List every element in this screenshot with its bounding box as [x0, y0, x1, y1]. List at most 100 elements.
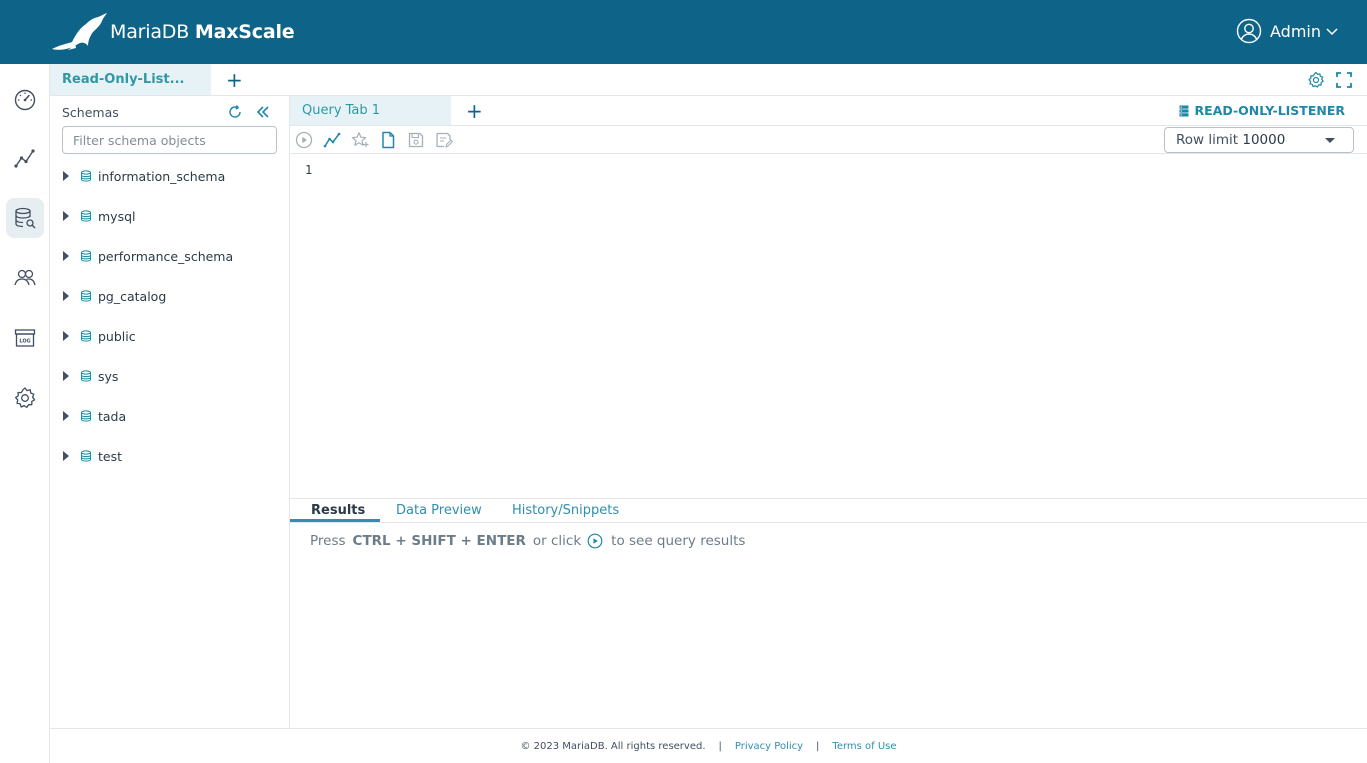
schema-item[interactable]: pg_catalog — [62, 285, 166, 307]
schema-item[interactable]: mysql — [62, 205, 136, 227]
dropdown-arrow-icon — [1325, 138, 1335, 143]
preferences-gear-icon[interactable] — [1307, 71, 1325, 89]
expand-caret-icon[interactable] — [63, 171, 69, 181]
nav-users[interactable] — [6, 258, 44, 298]
schema-item[interactable]: sys — [62, 365, 118, 387]
schema-name: sys — [98, 368, 119, 384]
brand-name-mariadb: MariaDB — [110, 21, 190, 43]
schema-name: pg_catalog — [98, 288, 167, 304]
expand-caret-icon[interactable] — [63, 451, 69, 461]
worksheet-tab[interactable]: Read-Only-List... — [50, 64, 211, 95]
visualization-icon — [14, 149, 35, 168]
schema-name: performance_schema — [98, 248, 234, 264]
sidebar-title: Schemas — [62, 105, 119, 120]
collapse-sidebar-icon[interactable] — [255, 104, 271, 120]
schema-item[interactable]: tada — [62, 405, 126, 427]
fullscreen-icon[interactable] — [1335, 71, 1353, 89]
add-worksheet-button[interactable]: + — [226, 70, 243, 90]
user-name: Admin — [1270, 21, 1321, 41]
tab-results[interactable]: Results — [311, 503, 365, 518]
terms-of-use-link[interactable]: Terms of Use — [832, 741, 896, 752]
save-file-button[interactable] — [407, 131, 425, 149]
line-chart-icon — [323, 132, 341, 148]
hint-or-click: or click — [532, 533, 582, 549]
nav-dashboard[interactable] — [6, 79, 44, 119]
schema-filter-input[interactable] — [62, 126, 277, 154]
play-circle-icon[interactable] — [587, 533, 603, 549]
play-circle-icon — [295, 131, 313, 149]
results-tab-bar: Results Data Preview History/Snippets — [290, 499, 1367, 523]
schema-name: information_schema — [98, 168, 226, 184]
brand-name: MariaDB MaxScale — [110, 21, 295, 43]
expand-caret-icon[interactable] — [63, 291, 69, 301]
run-query-button[interactable] — [295, 131, 313, 149]
active-tab-indicator — [290, 519, 380, 522]
privacy-policy-link[interactable]: Privacy Policy — [735, 741, 803, 752]
database-icon — [81, 210, 91, 222]
database-icon — [81, 330, 91, 342]
expand-caret-icon[interactable] — [63, 211, 69, 221]
nav-visualization[interactable] — [6, 138, 44, 178]
query-editor-icon — [15, 207, 36, 229]
logs-archive-icon: LOG — [14, 329, 36, 347]
visualize-button[interactable] — [323, 131, 341, 149]
copyright-text: © 2023 MariaDB. All rights reserved. — [520, 740, 706, 752]
results-hint: Press CTRL + SHIFT + ENTER or click to s… — [310, 533, 745, 549]
chevron-down-icon — [1326, 28, 1338, 36]
tab-history-snippets[interactable]: History/Snippets — [512, 503, 619, 518]
open-file-button[interactable] — [379, 131, 397, 149]
nav-rail: LOG — [0, 64, 50, 763]
user-menu[interactable]: Admin — [1236, 18, 1339, 44]
schema-sidebar: Schemas information_schema mysql perform… — [50, 96, 290, 728]
schema-name: mysql — [98, 208, 136, 224]
star-icon — [351, 132, 369, 147]
nav-settings[interactable] — [6, 378, 44, 418]
nav-logs-archive[interactable]: LOG — [6, 318, 44, 358]
listener-selector[interactable]: READ-ONLY-LISTENER — [1178, 103, 1345, 118]
schema-item[interactable]: test — [62, 445, 122, 467]
app-bar: MariaDB MaxScale Admin — [0, 0, 1367, 64]
nav-query-editor[interactable] — [6, 198, 44, 238]
line-number: 1 — [305, 163, 313, 177]
refresh-icon[interactable] — [227, 104, 243, 120]
expand-caret-icon[interactable] — [63, 411, 69, 421]
settings-icon — [14, 387, 36, 409]
add-query-tab-button[interactable]: + — [466, 101, 483, 121]
schema-item[interactable]: performance_schema — [62, 245, 233, 267]
tab-data-preview[interactable]: Data Preview — [396, 503, 482, 518]
file-icon — [382, 131, 395, 149]
schema-item[interactable]: public — [62, 325, 136, 347]
svg-text:LOG: LOG — [19, 339, 30, 345]
server-icon — [1179, 105, 1189, 116]
sql-editor[interactable]: 1 — [290, 154, 1367, 498]
expand-caret-icon[interactable] — [63, 251, 69, 261]
worksheet-tab-bar: Read-Only-List... + — [50, 64, 1367, 96]
schema-name: tada — [98, 408, 127, 424]
users-icon — [14, 269, 36, 286]
database-icon — [81, 250, 91, 262]
database-icon — [81, 170, 91, 182]
query-tab-bar: Query Tab 1 + READ-ONLY-LISTENER — [290, 96, 1367, 126]
save-snippet-button[interactable] — [351, 131, 369, 149]
expand-caret-icon[interactable] — [63, 331, 69, 341]
database-icon — [81, 290, 91, 302]
database-icon — [81, 410, 91, 422]
expand-caret-icon[interactable] — [63, 371, 69, 381]
brand-logo[interactable]: MariaDB MaxScale — [50, 12, 295, 52]
save-as-icon — [436, 132, 454, 148]
query-tab[interactable]: Query Tab 1 — [290, 96, 451, 125]
schema-item[interactable]: information_schema — [62, 165, 225, 187]
sea-lion-logo-icon — [52, 13, 107, 50]
footer-separator: | — [816, 740, 820, 752]
database-icon — [81, 370, 91, 382]
dashboard-icon — [14, 89, 36, 111]
hint-tail: to see query results — [611, 533, 746, 549]
row-limit-select[interactable]: Row limit 10000 — [1164, 127, 1354, 153]
hint-shortcut: CTRL + SHIFT + ENTER — [352, 533, 526, 549]
query-toolbar: Row limit 10000 — [290, 126, 1367, 154]
save-file-as-button[interactable] — [435, 131, 454, 149]
hint-press: Press — [310, 533, 346, 549]
row-limit-value: 10000 — [1242, 132, 1286, 148]
save-icon — [408, 132, 424, 148]
schema-name: public — [98, 328, 136, 344]
